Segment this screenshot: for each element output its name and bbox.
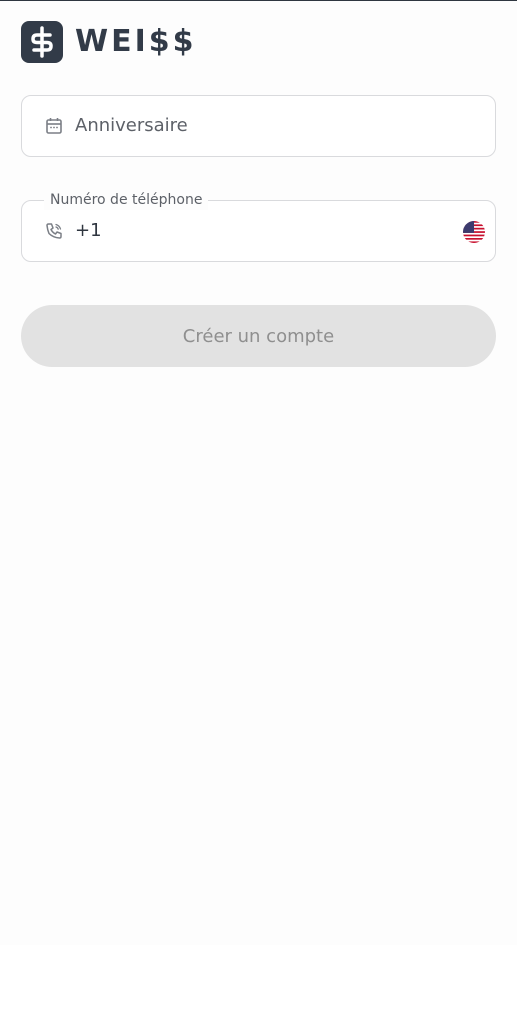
birthday-field[interactable]: Anniversaire <box>21 95 496 157</box>
phone-icon <box>46 223 62 239</box>
calendar-icon <box>46 118 62 134</box>
us-flag-icon[interactable] <box>463 221 485 243</box>
signup-screen: WEI$$ Anniversaire Numéro de téléphone +… <box>0 1 517 945</box>
create-account-button[interactable]: Créer un compte <box>21 305 496 367</box>
phone-field[interactable]: Numéro de téléphone +1 <box>21 190 496 262</box>
birthday-placeholder: Anniversaire <box>75 115 188 136</box>
brand-logo: WEI$$ <box>21 21 197 63</box>
dollar-icon <box>21 21 63 63</box>
phone-input[interactable]: +1 <box>75 201 102 261</box>
bottom-area <box>0 945 517 1024</box>
phone-label: Numéro de téléphone <box>44 190 209 210</box>
brand-name: WEI$$ <box>75 24 197 59</box>
